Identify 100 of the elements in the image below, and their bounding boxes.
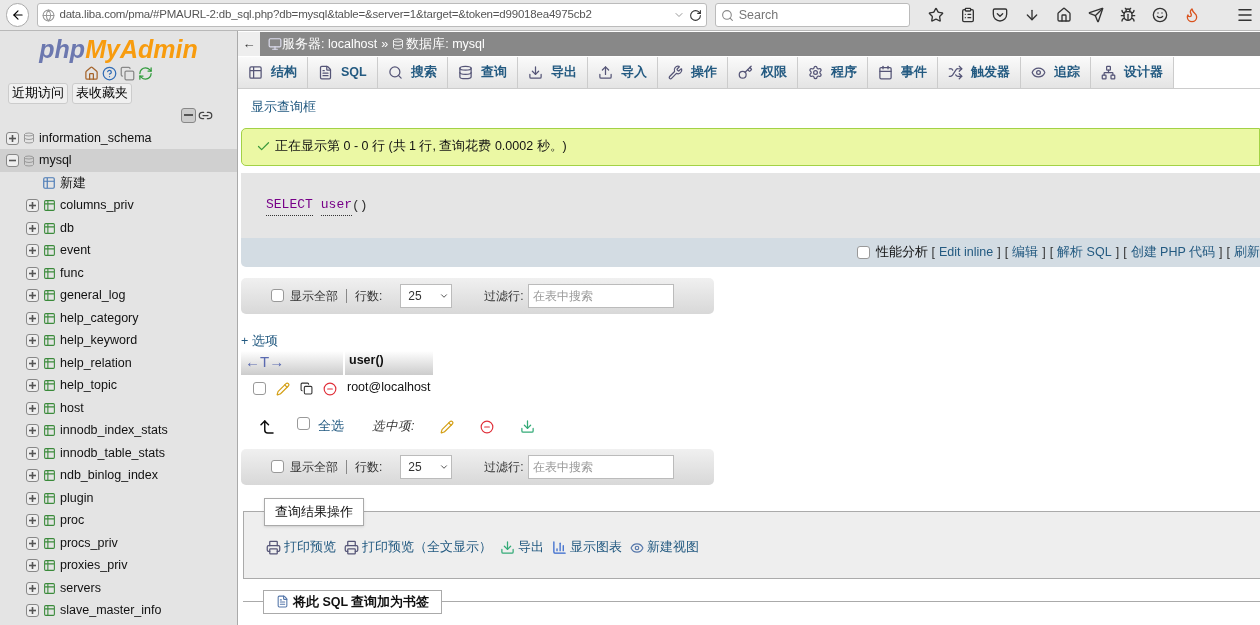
bug-icon[interactable] — [1120, 7, 1136, 23]
sort-arrows[interactable]: ←T→ — [245, 351, 285, 374]
sql-function[interactable]: user — [320, 195, 353, 216]
rows-select[interactable]: 25 — [400, 454, 453, 479]
expand-icon[interactable] — [26, 356, 39, 370]
tab[interactable]: 触发器 — [937, 57, 1021, 88]
filter-field[interactable]: 在表中搜索 — [527, 454, 674, 479]
delete-icon[interactable] — [323, 381, 337, 396]
operation-link[interactable]: 打印预览 — [284, 538, 336, 557]
sidebar-tab-button[interactable]: 近期访问 — [8, 83, 68, 104]
search-field[interactable]: Search — [714, 3, 910, 27]
collapse-icon[interactable] — [6, 154, 19, 167]
options-link[interactable]: + 选项 — [241, 331, 278, 351]
tree-item[interactable]: servers — [60, 578, 101, 598]
tree-item[interactable]: event — [60, 241, 91, 260]
help-icon[interactable] — [102, 66, 117, 81]
tree-item[interactable]: help_topic — [60, 376, 117, 395]
operation-link[interactable]: 打印预览（全文显示） — [362, 538, 492, 557]
tab[interactable]: 设计器 — [1090, 57, 1174, 88]
expand-icon[interactable] — [26, 311, 39, 325]
tree-item[interactable]: ndb_binlog_index — [60, 466, 158, 485]
rows-select[interactable]: 25 — [400, 283, 453, 308]
expand-icon[interactable] — [26, 334, 39, 347]
tab[interactable]: 事件 — [867, 57, 938, 88]
tree-item[interactable]: innodb_index_stats — [60, 421, 168, 440]
tab[interactable]: 结构 — [238, 57, 308, 88]
breadcrumb-link[interactable]: 数据库: mysql — [406, 34, 485, 54]
expand-icon[interactable] — [26, 559, 39, 572]
checkbox[interactable] — [856, 245, 870, 259]
column-header[interactable]: user() — [345, 350, 433, 375]
expand-icon[interactable] — [26, 401, 39, 415]
tree-item[interactable]: slave_master_info — [60, 601, 162, 620]
filter-field[interactable]: 在表中搜索 — [527, 283, 674, 308]
tab[interactable]: 操作 — [657, 57, 728, 88]
tree-item[interactable]: proxies_priv — [60, 556, 128, 575]
tree-item[interactable]: procs_priv — [60, 533, 118, 553]
tree-item[interactable]: proc — [60, 511, 85, 530]
expand-icon[interactable] — [26, 244, 39, 257]
collapse-all-icon[interactable] — [181, 107, 196, 123]
address-bar[interactable]: data.liba.com/pma/#PMAURL-2:db_sql.php?db=mysql&table=&server=1&target=&token=d99018ea4975cb2 — [37, 3, 707, 27]
collapse-sidebar-button[interactable]: ← — [238, 32, 260, 56]
tab[interactable]: 导出 — [517, 57, 588, 88]
tree-item[interactable]: general_log — [60, 286, 126, 305]
action-link[interactable]: 解析 SQL — [1057, 242, 1112, 262]
operation-link[interactable]: 显示图表 — [570, 538, 622, 557]
smiley-icon[interactable] — [1152, 7, 1168, 23]
menu-icon[interactable] — [1236, 6, 1254, 24]
back-button[interactable] — [6, 3, 30, 27]
expand-icon[interactable] — [26, 491, 39, 505]
expand-icon[interactable] — [26, 604, 39, 617]
action-link[interactable]: 编辑 — [1012, 242, 1039, 262]
tree-item[interactable]: db — [60, 218, 74, 238]
tree-item[interactable]: host — [60, 398, 84, 418]
tree-item[interactable]: help_relation — [60, 353, 132, 373]
breadcrumb-link[interactable]: 服务器: localhost — [282, 34, 378, 54]
tree-item[interactable]: mysql — [39, 151, 72, 170]
tab[interactable]: 程序 — [797, 57, 868, 88]
tree-item[interactable]: help_category — [60, 308, 139, 328]
action-link[interactable]: 刷新 — [1234, 242, 1260, 262]
copy-icon[interactable] — [300, 382, 313, 395]
tree-item[interactable]: innodb_table_stats — [60, 443, 165, 463]
expand-icon[interactable] — [26, 536, 39, 550]
reload-icon[interactable] — [688, 8, 702, 22]
operation-link[interactable]: 新建视图 — [647, 538, 699, 557]
download-icon[interactable] — [1024, 7, 1040, 23]
checkbox[interactable] — [297, 417, 310, 431]
checkbox[interactable] — [271, 460, 284, 473]
show-all-label[interactable]: 显示全部 — [290, 286, 338, 305]
delete-icon[interactable] — [480, 419, 495, 434]
operation-link[interactable]: 导出 — [518, 538, 544, 557]
flame-icon[interactable] — [1184, 7, 1200, 23]
expand-icon[interactable] — [26, 221, 39, 235]
expand-icon[interactable] — [26, 581, 39, 595]
tab[interactable]: 搜索 — [377, 57, 448, 88]
tree-item[interactable]: func — [60, 263, 84, 283]
sql-keyword[interactable]: SELECT — [266, 195, 313, 216]
tree-item[interactable]: columns_priv — [60, 196, 134, 215]
expand-icon[interactable] — [26, 199, 39, 212]
tree-item[interactable]: help_keyword — [60, 331, 138, 350]
action-link[interactable]: 创建 PHP 代码 — [1130, 242, 1216, 262]
expand-icon[interactable] — [26, 289, 39, 302]
expand-icon[interactable] — [26, 266, 39, 280]
action-link[interactable]: Edit inline — [939, 242, 994, 262]
bookmark-star-icon[interactable] — [928, 7, 944, 23]
reading-list-icon[interactable] — [960, 7, 976, 23]
tab[interactable]: 查询 — [447, 57, 518, 88]
pocket-icon[interactable] — [992, 7, 1008, 23]
expand-icon[interactable] — [26, 424, 39, 437]
expand-icon[interactable] — [26, 469, 39, 482]
expand-icon[interactable] — [26, 446, 39, 460]
document-icon[interactable] — [120, 66, 135, 81]
tree-item[interactable]: information_schema — [39, 128, 152, 148]
tab[interactable]: 导入 — [587, 57, 658, 88]
tree-item[interactable]: 新建 — [60, 173, 86, 193]
home-icon[interactable] — [1056, 7, 1072, 23]
tab[interactable]: 权限 — [727, 57, 798, 88]
tree-item[interactable]: plugin — [60, 488, 94, 508]
show-query-box-link[interactable]: 显示查询框 — [251, 98, 316, 117]
expand-icon[interactable] — [26, 514, 39, 527]
expand-icon[interactable] — [6, 131, 19, 145]
